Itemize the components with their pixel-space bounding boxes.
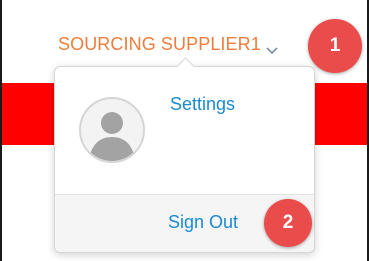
default-user-avatar-icon [89,112,135,161]
step-badge-2: 2 [264,199,312,247]
dropdown-caret [176,57,195,76]
user-avatar [79,97,145,163]
user-name-label: SOURCING SUPPLIER1 [58,34,261,54]
chevron-down-icon [266,42,278,54]
user-menu-toggle[interactable]: SOURCING SUPPLIER1 [58,34,278,55]
settings-link[interactable]: Settings [170,94,235,115]
step-badge-1: 1 [308,19,362,73]
sign-out-link[interactable]: Sign Out [168,212,238,233]
